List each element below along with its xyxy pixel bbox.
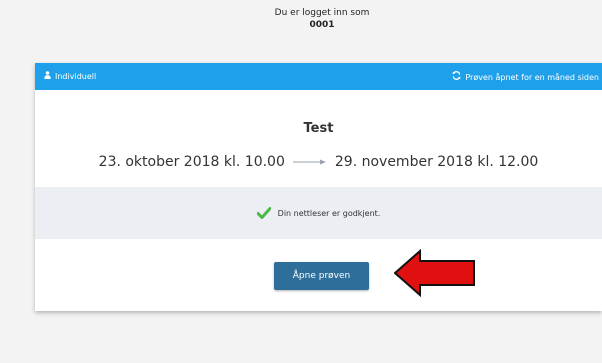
open-test-button[interactable]: Åpne prøven: [274, 262, 369, 290]
checkmark-icon: [256, 204, 272, 223]
opened-info: Prøven åpnet for en måned siden: [452, 71, 599, 83]
login-info: Du er logget inn som 0001: [0, 8, 602, 31]
test-type: Individuell: [44, 71, 96, 82]
browser-status-text: Din nettleser er godkjent.: [277, 208, 381, 218]
user-id: 0001: [309, 20, 335, 30]
date-range: 23. oktober 2018 kl. 10.00 29. november …: [35, 154, 602, 170]
user-icon: [44, 71, 51, 82]
test-title: Test: [303, 121, 334, 136]
test-type-label: Individuell: [55, 72, 97, 81]
right-arrow-icon: [292, 158, 327, 166]
refresh-icon: [452, 71, 461, 83]
opened-info-label: Prøven åpnet for en måned siden: [465, 72, 599, 82]
browser-status: Din nettleser er godkjent.: [35, 187, 602, 239]
logged-in-label: Du er logget inn som: [274, 8, 370, 18]
red-arrow-icon: [393, 248, 476, 301]
card-header: Individuell Prøven åpnet for en måned si…: [35, 63, 602, 90]
start-date: 23. oktober 2018 kl. 10.00: [98, 154, 285, 170]
end-date: 29. november 2018 kl. 12.00: [334, 154, 539, 170]
test-card: Individuell Prøven åpnet for en måned si…: [35, 63, 602, 311]
